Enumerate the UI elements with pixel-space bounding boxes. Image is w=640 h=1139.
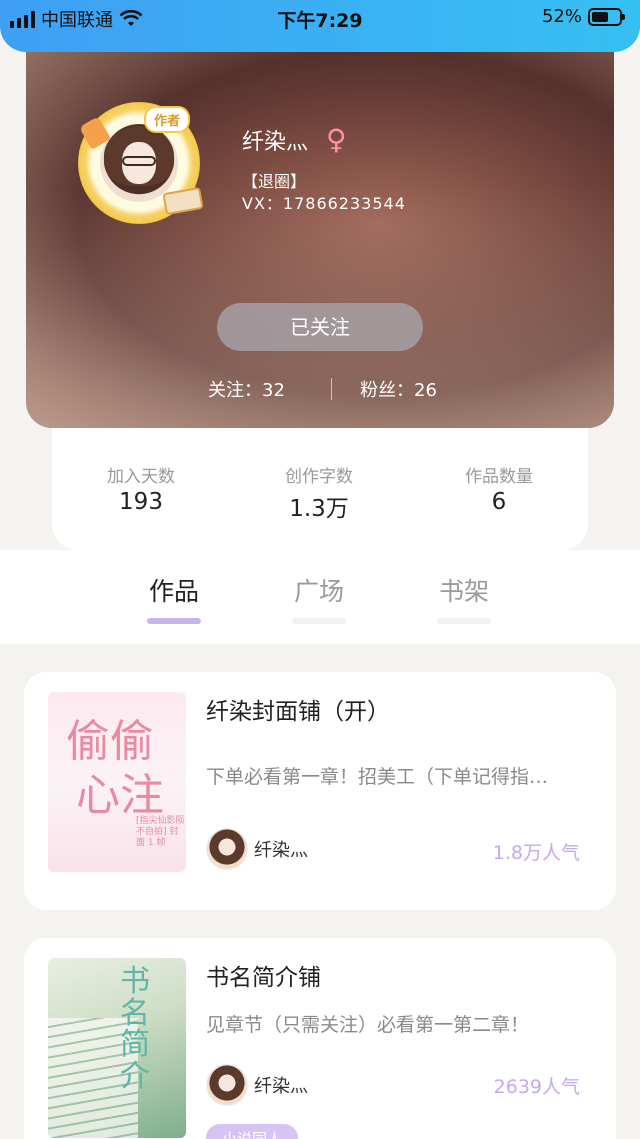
following-count[interactable]: 关注：32 <box>208 376 285 402</box>
cover-title-line2: 心注 <box>76 770 164 821</box>
cover-title-line1: 偷偷 <box>66 716 154 767</box>
tab-label: 书架 <box>438 577 489 606</box>
book-cover[interactable]: 偷偷 心注 [指尖仙影陨 不自拍] 封面 1 帧 <box>48 692 186 872</box>
bio-contact: VX：17866233544 <box>242 194 406 213</box>
author-mini-avatar <box>206 828 248 870</box>
tab-indicator <box>147 618 201 624</box>
battery-icon <box>588 7 625 26</box>
fans-count[interactable]: 粉丝：26 <box>360 376 437 402</box>
popularity-count: 2639人气 <box>493 1076 580 1098</box>
stat-label: 创作字数 <box>285 467 353 487</box>
work-card[interactable]: 偷偷 心注 [指尖仙影陨 不自拍] 封面 1 帧 纤染封面铺（开） 下单必看第一… <box>24 672 616 910</box>
tab-works[interactable]: 作品 <box>134 572 214 624</box>
popularity-count: 1.8万人气 <box>492 842 580 864</box>
female-icon: ♀ <box>326 123 347 156</box>
work-title[interactable]: 书名简介铺 <box>206 958 321 992</box>
tab-label: 作品 <box>148 577 199 606</box>
cover-title: 书名简介 <box>120 964 150 1094</box>
cover-subtitle: [指尖仙影陨 不自拍] 封面 1 帧 <box>136 816 185 848</box>
work-author: 纤染灬 <box>206 828 308 870</box>
stat-value: 193 <box>119 489 163 515</box>
status-right: 52% <box>541 6 625 27</box>
stat-label: 加入天数 <box>107 467 175 487</box>
work-card[interactable]: 书名简介 书名简介铺 见章节（只需关注）必看第一第二章！ 纤染灬 2639人气 … <box>24 938 616 1139</box>
stats-card: 加入天数 193 创作字数 1.3万 作品数量 6 <box>52 428 588 550</box>
tab-bookshelf[interactable]: 书架 <box>424 572 504 624</box>
tab-label: 广场 <box>293 577 344 606</box>
tab-indicator <box>437 618 491 624</box>
author-mini-avatar <box>206 1064 248 1106</box>
author-name: 纤染灬 <box>254 1076 308 1097</box>
work-description: 见章节（只需关注）必看第一第二章！ <box>206 1014 530 1036</box>
stat-word-count: 创作字数 1.3万 <box>244 462 394 523</box>
author-avatar[interactable]: 作者 <box>78 102 204 224</box>
tab-square[interactable]: 广场 <box>279 572 359 624</box>
work-title[interactable]: 纤染封面铺（开） <box>206 692 390 726</box>
author-badge: 作者 <box>144 106 191 133</box>
battery-percent: 52% <box>541 6 582 27</box>
work-description: 下单必看第一章！招美工（下单记得指… <box>206 766 549 788</box>
divider <box>331 378 332 400</box>
stat-work-count: 作品数量 6 <box>424 462 574 515</box>
avatar-image <box>100 124 178 202</box>
profile-header: 作者 纤染灬 ♀ 【退圈】 VX：17866233544 已关注 关注：32 粉… <box>26 20 614 428</box>
tab-indicator <box>292 618 346 624</box>
work-tag[interactable]: 小说同人 <box>206 1124 299 1139</box>
stat-value: 1.3万 <box>289 496 349 522</box>
stat-value: 6 <box>491 489 507 515</box>
stat-join-days: 加入天数 193 <box>66 462 216 515</box>
name-row: 纤染灬 ♀ <box>242 124 347 156</box>
book-cover[interactable]: 书名简介 <box>48 958 186 1138</box>
bio-status: 【退圈】 <box>242 172 307 191</box>
follow-button[interactable]: 已关注 <box>217 303 423 351</box>
work-author: 纤染灬 <box>206 1064 308 1106</box>
author-name: 纤染灬 <box>254 840 308 861</box>
status-bar: 中国联通 下午7:29 52% <box>0 0 640 52</box>
stat-label: 作品数量 <box>465 467 533 487</box>
user-name: 纤染灬 <box>242 130 309 155</box>
